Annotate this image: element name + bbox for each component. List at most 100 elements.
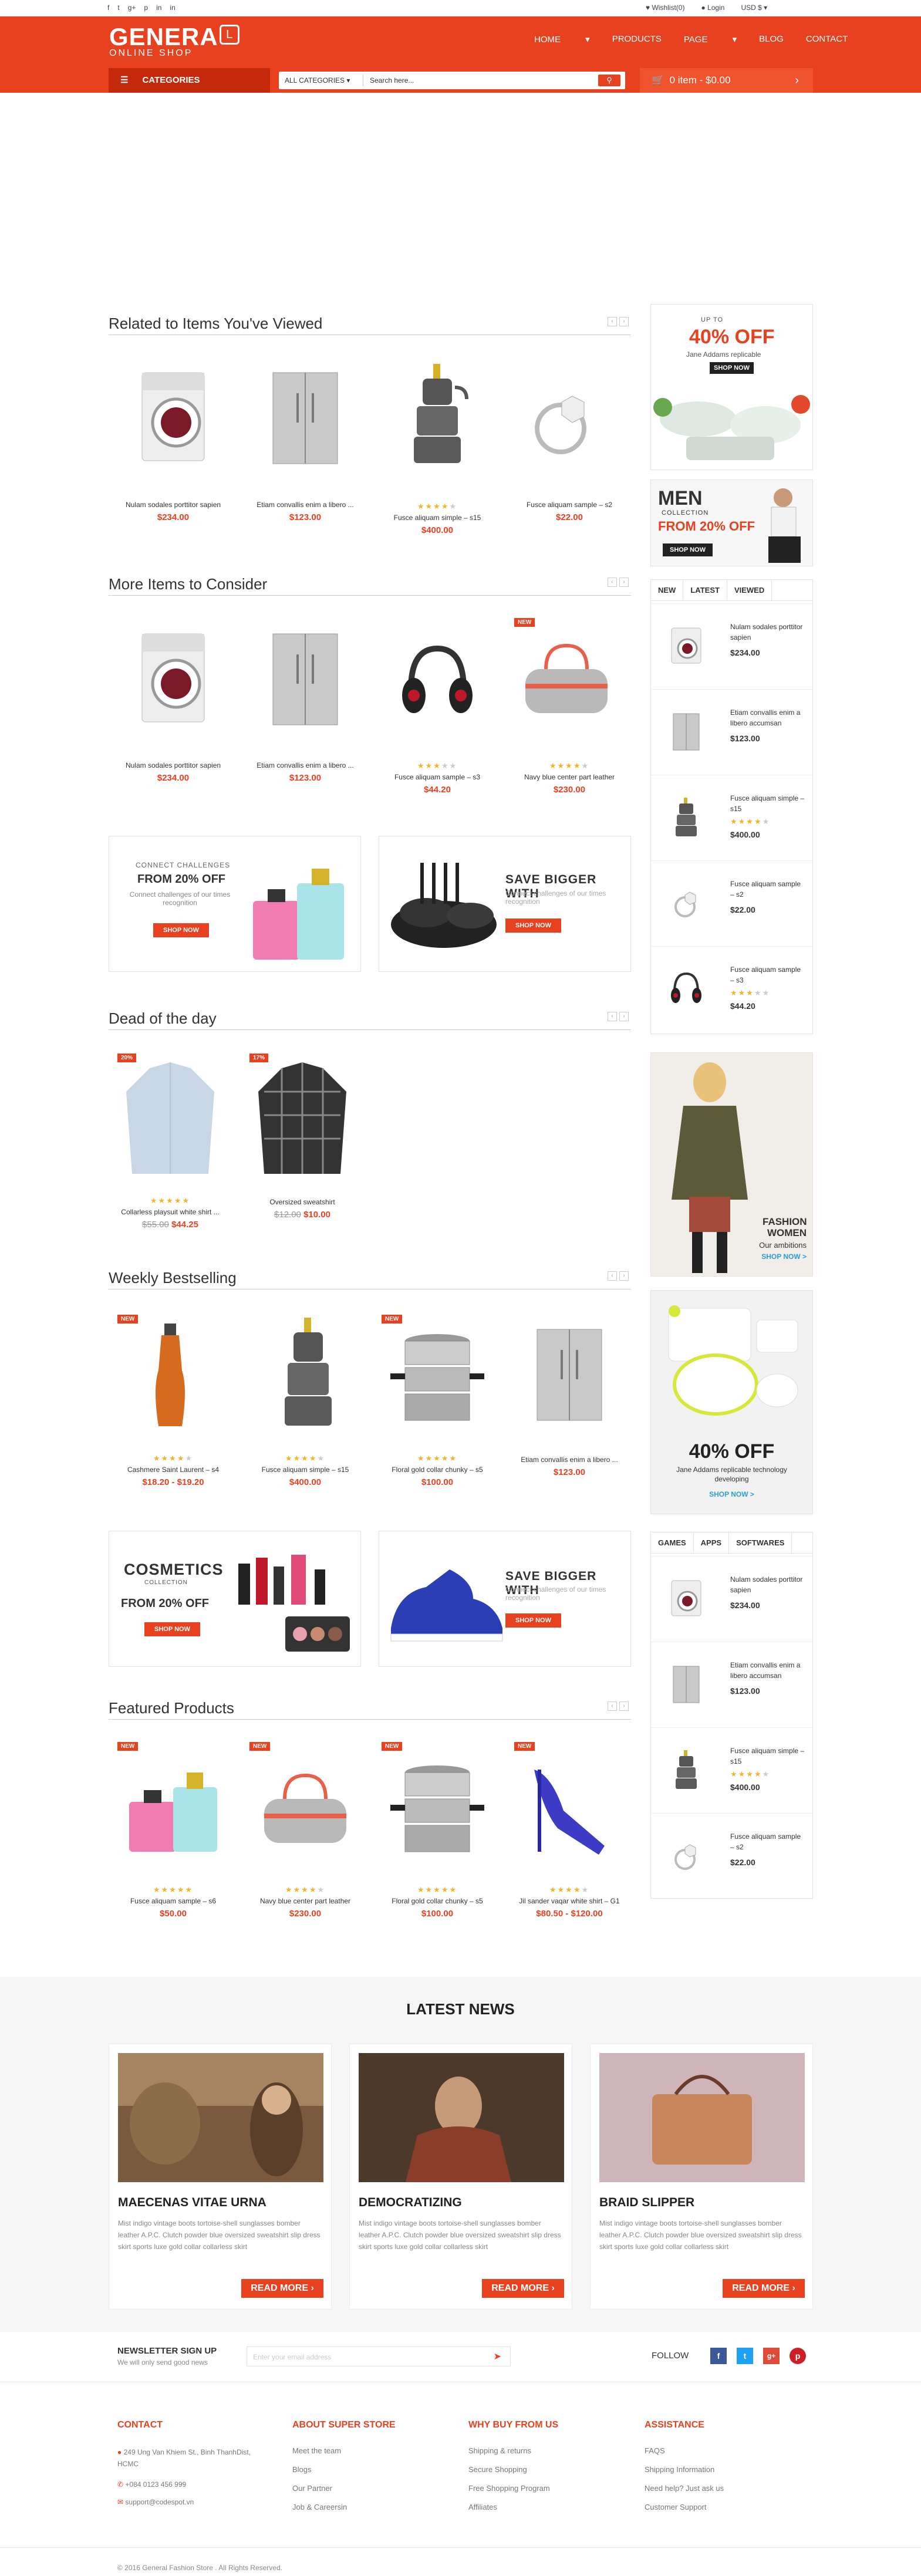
product-name[interactable]: Fusce aliquam simple – s15 <box>730 1746 807 1767</box>
twitter-icon[interactable]: t <box>117 4 119 12</box>
product-image-washer[interactable] <box>135 631 211 728</box>
instagram-icon[interactable]: in <box>156 4 161 12</box>
product-image-bag[interactable] <box>519 637 613 719</box>
sidebar-ad-fashion-women[interactable]: FASHION WOMEN Our ambitions SHOP NOW > <box>650 1052 813 1277</box>
shop-now-button[interactable]: SHOP NOW <box>144 1622 200 1636</box>
footer-link[interactable]: Our Partner <box>292 2479 347 2498</box>
footer-link[interactable]: Blogs <box>292 2460 347 2479</box>
product-name[interactable]: Nulam sodales porttitor sapien <box>730 622 807 643</box>
pinterest-icon[interactable]: p <box>790 2348 806 2364</box>
product-name[interactable]: Cashmere Saint Laurent – s4 <box>112 1466 235 1474</box>
product-image-headphones[interactable] <box>399 637 475 725</box>
product-name[interactable]: Etiam convallis enim a libero ... <box>244 501 367 509</box>
product-image-steamer[interactable] <box>387 1326 487 1426</box>
news-heading[interactable]: MAECENAS VITAE URNA <box>118 2196 266 2210</box>
shop-now-link[interactable]: SHOP NOW > <box>739 1252 807 1261</box>
shop-now-button[interactable]: SHOP NOW <box>505 919 561 933</box>
shop-now-button[interactable]: SHOP NOW <box>663 543 713 556</box>
sidebar-product[interactable]: Fusce aliquam simple – s15 ★★★★★ $400.00 <box>651 1727 812 1809</box>
tab-games[interactable]: GAMES <box>651 1532 694 1553</box>
footer-link[interactable]: Shipping Information <box>645 2460 724 2479</box>
promo-banner-sneaker[interactable]: SAVE BIGGER WITH Connect challenges of o… <box>379 1531 631 1667</box>
next-arrow-icon[interactable]: › <box>619 1012 629 1021</box>
tab-apps[interactable]: APPS <box>694 1532 730 1553</box>
product-name[interactable]: Nulam sodales porttitor sapien <box>112 761 235 769</box>
read-more-button[interactable]: READ MORE › <box>241 2279 323 2298</box>
sidebar-product[interactable]: Etiam convallis enim a libero accumsan $1… <box>651 689 812 771</box>
product-image-washer[interactable] <box>135 370 211 467</box>
category-dropdown[interactable]: ALL CATEGORIES ▾ <box>285 76 350 85</box>
product-name[interactable]: Fusce aliquam sample – s3 <box>376 773 499 781</box>
nav-home[interactable]: HOME ▾ <box>534 34 590 45</box>
product-name[interactable]: Etiam convallis enim a libero ... <box>244 761 367 769</box>
read-more-button[interactable]: READ MORE › <box>723 2279 805 2298</box>
product-name[interactable]: Navy blue center part leather <box>244 1897 367 1905</box>
search-input[interactable]: Search here... <box>370 76 414 85</box>
sidebar-ad-men[interactable]: MEN COLLECTION FROM 20% OFF SHOP NOW <box>650 480 813 566</box>
product-image-steamer[interactable] <box>387 1758 487 1858</box>
product-name[interactable]: Navy blue center part leather <box>508 773 631 781</box>
product-image-fridge[interactable] <box>267 370 343 467</box>
prev-arrow-icon[interactable]: ‹ <box>608 1271 617 1281</box>
product-image-plaid-shirt[interactable] <box>252 1056 352 1180</box>
tab-latest[interactable]: LATEST <box>683 580 727 600</box>
newsletter-email-input[interactable]: Enter your email address ➤ <box>247 2347 511 2366</box>
product-image-teapot[interactable] <box>270 1318 346 1429</box>
footer-link[interactable]: Affiliates <box>468 2498 550 2517</box>
product-name[interactable]: Oversized sweatshirt <box>241 1198 364 1206</box>
promo-banner-cookware[interactable]: SAVE BIGGER WITH Connect challenges of o… <box>379 836 631 972</box>
product-image-fridge[interactable] <box>531 1326 608 1423</box>
sidebar-product[interactable]: Nulam sodales porttitor sapien $234.00 <box>651 603 812 686</box>
product-name[interactable]: Jil sander vaqar white shirt – G1 <box>508 1897 631 1905</box>
nav-products[interactable]: PRODUCTS <box>612 34 662 45</box>
sidebar-product[interactable]: Fusce aliquam sample – s3 ★★★★★ $44.20 <box>651 946 812 1028</box>
product-image-ring[interactable] <box>525 373 602 467</box>
news-image[interactable] <box>599 2053 805 2182</box>
sidebar-ad-dishes[interactable]: 40% OFF Jane Addams replicable technolog… <box>650 1290 813 1514</box>
sidebar-product[interactable]: Fusce aliquam sample – s2 $22.00 <box>651 1813 812 1895</box>
product-name[interactable]: Etiam convallis enim a libero accumsan <box>730 1660 807 1681</box>
prev-arrow-icon[interactable]: ‹ <box>608 1012 617 1021</box>
send-icon[interactable]: ➤ <box>494 2351 501 2362</box>
product-image-heel[interactable] <box>517 1758 616 1858</box>
categories-button[interactable]: ☰ CATEGORIES <box>109 68 270 93</box>
next-arrow-icon[interactable]: › <box>619 1271 629 1281</box>
search-button[interactable]: ⚲ <box>598 75 620 86</box>
product-image-bag[interactable] <box>258 1767 352 1849</box>
product-name[interactable]: Fusce aliquam sample – s2 <box>730 1831 807 1852</box>
product-name[interactable]: Etiam convallis enim a libero accumsan <box>730 707 807 728</box>
product-name[interactable]: Fusce aliquam simple – s15 <box>730 793 807 814</box>
news-image[interactable] <box>359 2053 564 2182</box>
prev-arrow-icon[interactable]: ‹ <box>608 317 617 326</box>
prev-arrow-icon[interactable]: ‹ <box>608 1701 617 1711</box>
product-name[interactable]: Floral gold collar chunky – s5 <box>376 1897 499 1905</box>
sidebar-ad-discount[interactable]: UP TO 40% OFF Jane Addams replicable SHO… <box>650 304 813 470</box>
footer-link[interactable]: Secure Shopping <box>468 2460 550 2479</box>
next-arrow-icon[interactable]: › <box>619 578 629 587</box>
cart-button[interactable]: 🛒 0 item - $0.00 › <box>640 68 813 93</box>
google-plus-icon[interactable]: g+ <box>128 4 136 12</box>
news-image[interactable] <box>118 2053 323 2182</box>
logo[interactable]: GENERA L ONLINE SHOP <box>109 25 239 59</box>
sidebar-product[interactable]: Etiam convallis enim a libero accumsan $1… <box>651 1642 812 1724</box>
pinterest-icon[interactable]: p <box>144 4 148 12</box>
product-name[interactable]: Fusce aliquam sample – s2 <box>730 879 807 900</box>
prev-arrow-icon[interactable]: ‹ <box>608 578 617 587</box>
sidebar-product[interactable]: Fusce aliquam sample – s2 $22.00 <box>651 860 812 943</box>
product-image-perfume[interactable] <box>123 1755 223 1855</box>
product-name[interactable]: Fusce aliquam simple – s15 <box>244 1466 367 1474</box>
footer-link[interactable]: Meet the team <box>292 2442 347 2460</box>
footer-email[interactable]: ✉ support@codespot.vn <box>117 2498 194 2506</box>
product-name[interactable]: Fusce aliquam sample – s3 <box>730 964 807 985</box>
product-name[interactable]: Fusce aliquam simple – s15 <box>376 514 499 522</box>
product-name[interactable]: Etiam convallis enim a libero ... <box>508 1456 631 1464</box>
product-image-white-shirt[interactable] <box>120 1056 220 1180</box>
product-image-fridge[interactable] <box>267 631 343 728</box>
news-heading[interactable]: DEMOCRATIZING <box>359 2196 462 2210</box>
footer-link[interactable]: Customer Support <box>645 2498 724 2517</box>
currency-select[interactable]: USD $ ▾ <box>741 4 767 12</box>
shop-now-button[interactable]: SHOP NOW <box>505 1613 561 1628</box>
tab-new[interactable]: NEW <box>651 580 684 600</box>
news-heading[interactable]: BRAID SLIPPER <box>599 2196 694 2210</box>
product-name[interactable]: Fusce aliquam sample – s6 <box>112 1897 235 1905</box>
